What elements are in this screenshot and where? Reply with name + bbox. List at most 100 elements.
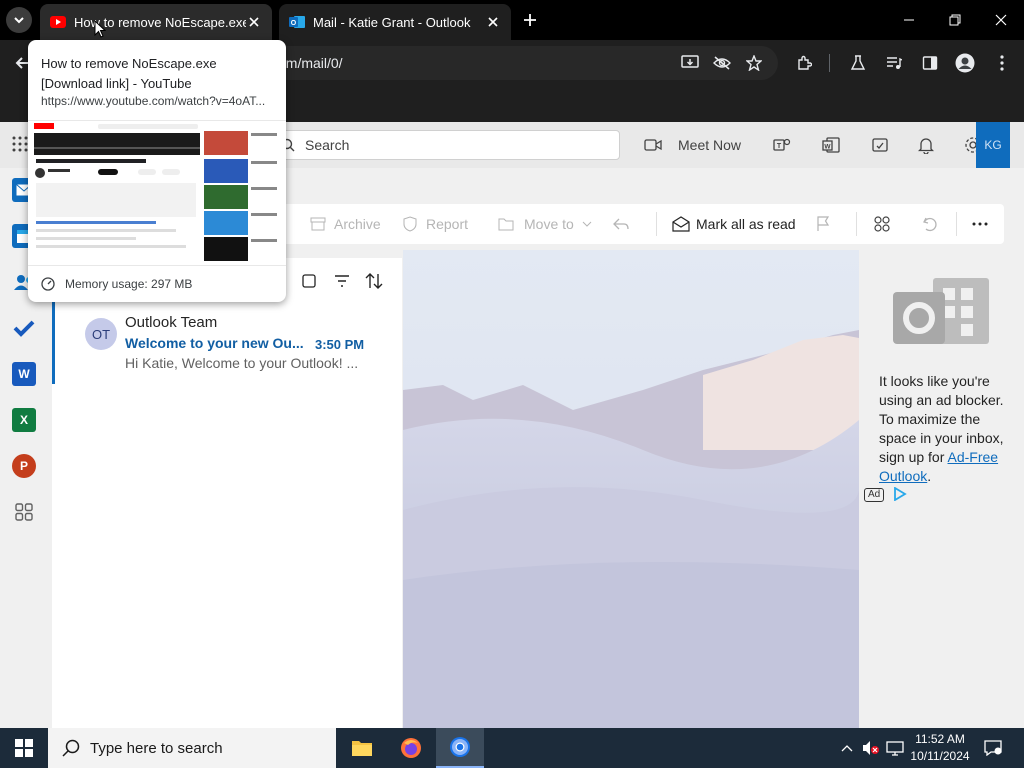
app-launcher-icon[interactable] (12, 136, 28, 157)
chevron-down-icon (582, 221, 592, 227)
page-thumbnail (28, 120, 286, 266)
taskbar-search-input[interactable]: Type here to search (48, 728, 336, 768)
outlook-logo-icon (893, 270, 991, 361)
archive-button[interactable]: Archive (310, 214, 381, 234)
command-divider (956, 212, 957, 236)
memory-usage-text: Memory usage: 297 MB (65, 277, 193, 291)
profile-avatar-icon[interactable] (955, 53, 975, 73)
memory-usage: Memory usage: 297 MB (41, 277, 192, 291)
chevron-up-icon[interactable] (838, 738, 856, 758)
tab-outlook[interactable]: O Mail - Katie Grant - Outlook (279, 4, 511, 40)
media-queue-icon[interactable] (884, 53, 904, 73)
browser-tab-strip: How to remove NoEscape.exe O Mail - Kati… (0, 0, 1024, 40)
notification-icon[interactable] (984, 738, 1002, 758)
new-tab-button[interactable] (520, 10, 540, 30)
tab-hover-card: How to remove NoEscape.exe [Download lin… (28, 40, 286, 302)
windows-taskbar: Type here to search 11:52 AM 10/11/2024 (0, 728, 1024, 768)
minimize-button[interactable] (886, 0, 932, 40)
sender-initials: OT (91, 326, 111, 342)
word-icon[interactable]: W (12, 362, 36, 386)
firefox-button[interactable] (387, 728, 435, 768)
desert-landscape-image (403, 250, 859, 728)
close-icon (995, 14, 1007, 26)
system-clock[interactable]: 11:52 AM 10/11/2024 (905, 731, 975, 765)
flag-button[interactable] (816, 214, 830, 234)
message-list-item[interactable]: OT Outlook Team Welcome to your new Ou..… (52, 302, 402, 384)
extensions-icon[interactable] (794, 53, 814, 73)
mail-search-input[interactable]: Search (270, 130, 620, 160)
flask-icon[interactable] (848, 53, 868, 73)
network-icon[interactable] (886, 738, 904, 758)
more-options-button[interactable] (972, 214, 988, 234)
close-tab-icon[interactable] (485, 14, 501, 30)
undo-button[interactable] (922, 214, 938, 234)
ad-message-period: . (927, 468, 932, 484)
sort-icon[interactable] (363, 270, 385, 292)
svg-text:W: W (824, 144, 831, 151)
minimize-icon (904, 19, 914, 21)
reply-button[interactable] (612, 214, 630, 234)
kebab-menu-icon[interactable] (992, 53, 1012, 73)
tab-search-button[interactable] (6, 7, 32, 33)
hover-card-title: How to remove NoEscape.exe [Download lin… (41, 56, 217, 91)
tab-youtube[interactable]: How to remove NoEscape.exe (40, 4, 272, 40)
flag-icon (817, 216, 830, 231)
svg-text:T: T (777, 143, 782, 150)
copilot-groups-button[interactable] (872, 214, 892, 234)
undo-icon (923, 217, 937, 232)
sender-avatar: OT (85, 318, 117, 350)
todo-icon[interactable] (12, 316, 36, 340)
message-subject: Welcome to your new Ou... (125, 335, 304, 351)
restore-button[interactable] (932, 0, 978, 40)
file-explorer-button[interactable] (338, 728, 386, 768)
close-window-button[interactable] (978, 0, 1024, 40)
gauge-icon (41, 277, 55, 291)
folder-move-icon (498, 218, 514, 231)
search-icon (62, 739, 80, 757)
move-to-label: Move to (524, 216, 574, 232)
report-button[interactable]: Report (402, 214, 468, 234)
select-mode-icon[interactable] (298, 270, 320, 292)
more-apps-icon[interactable] (12, 500, 36, 524)
volume-muted-icon[interactable] (862, 738, 880, 758)
start-button[interactable] (0, 728, 48, 768)
restore-icon (949, 14, 961, 26)
outlook-icon: O (289, 14, 305, 30)
taskbar-search-placeholder: Type here to search (90, 739, 223, 757)
move-to-button[interactable]: Move to (498, 214, 592, 234)
ad-badge: Ad (864, 488, 885, 502)
account-avatar[interactable]: KG (976, 122, 1010, 168)
filter-icon[interactable] (331, 270, 353, 292)
side-panel-icon[interactable] (920, 53, 940, 73)
reading-pane-background (403, 250, 859, 728)
close-tab-icon[interactable] (246, 14, 262, 30)
command-divider (856, 212, 857, 236)
video-camera-icon (644, 139, 662, 151)
mark-all-read-button[interactable]: Mark all as read (672, 214, 796, 234)
ad-blocker-message: It looks like you're using an ad blocker… (879, 372, 1009, 486)
ad-choices-icon[interactable] (893, 486, 907, 502)
envelope-open-icon (672, 216, 690, 232)
powerpoint-icon[interactable]: P (12, 454, 36, 478)
teams-icon[interactable]: T (773, 134, 791, 156)
word-online-icon[interactable]: W (822, 134, 840, 156)
my-day-icon[interactable] (871, 134, 889, 156)
chrome-icon (450, 737, 470, 757)
youtube-page-thumbnail-image (34, 123, 277, 261)
firefox-icon (401, 738, 421, 758)
message-sender: Outlook Team (125, 314, 218, 331)
group-icon (874, 216, 890, 232)
windows-logo-icon (15, 739, 33, 757)
meet-now-button[interactable]: Meet Now (644, 134, 741, 156)
install-app-icon[interactable] (680, 53, 700, 73)
excel-icon[interactable]: X (12, 408, 36, 432)
chrome-button[interactable] (436, 728, 484, 768)
bell-icon[interactable] (918, 134, 934, 156)
meet-now-label: Meet Now (678, 137, 742, 153)
star-icon[interactable] (744, 53, 764, 73)
toolbar-divider (829, 54, 830, 72)
archive-label: Archive (334, 216, 381, 232)
account-initials: KG (984, 138, 1002, 152)
eye-off-icon[interactable] (712, 53, 732, 73)
command-divider (656, 212, 657, 236)
